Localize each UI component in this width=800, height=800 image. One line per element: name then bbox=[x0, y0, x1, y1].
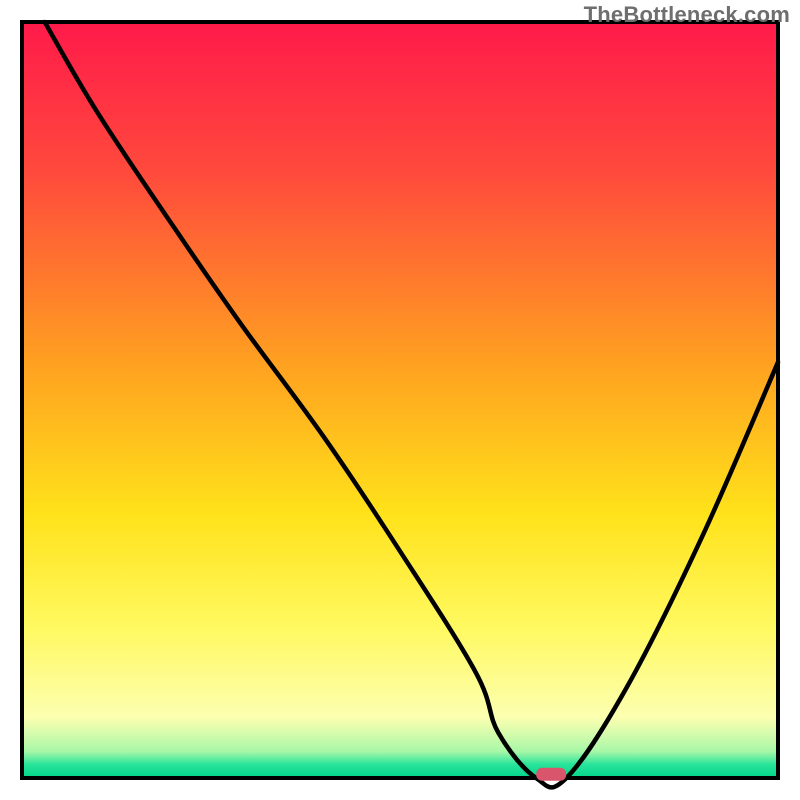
watermark-text: TheBottleneck.com bbox=[584, 2, 790, 28]
plot-background bbox=[22, 22, 778, 778]
chart-container: TheBottleneck.com bbox=[0, 0, 800, 800]
bottleneck-chart bbox=[0, 0, 800, 800]
optimal-marker bbox=[536, 768, 566, 781]
